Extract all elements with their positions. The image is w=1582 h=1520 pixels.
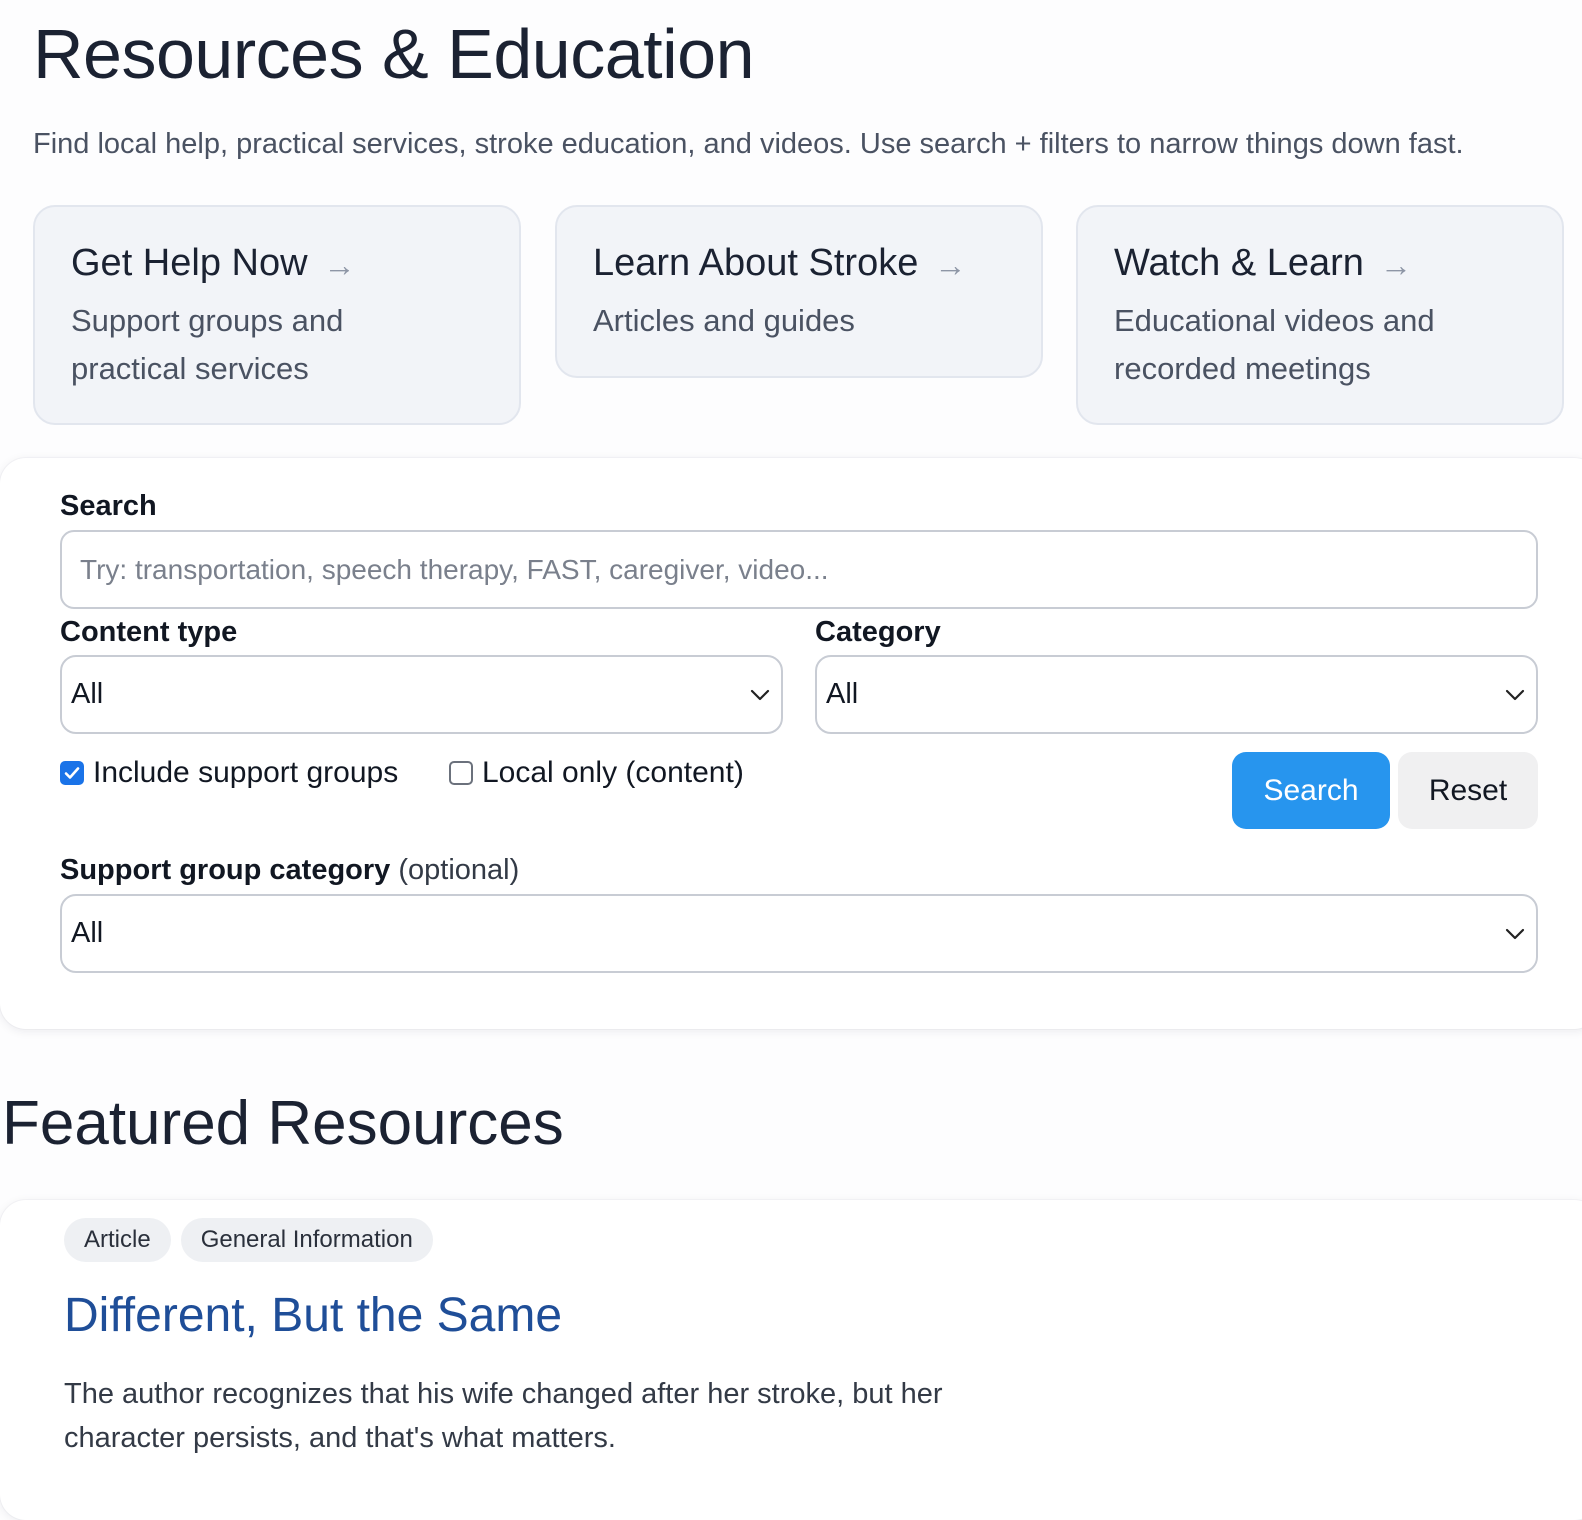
- featured-section-title: Featured Resources: [2, 1089, 564, 1158]
- search-button[interactable]: Search: [1232, 752, 1390, 829]
- reset-button[interactable]: Reset: [1398, 752, 1538, 829]
- quick-link-title: Watch & Learn: [1114, 241, 1364, 284]
- category-select[interactable]: All: [815, 655, 1538, 734]
- quick-link-watch-and-learn[interactable]: Watch & Learn → Educational videos and r…: [1076, 205, 1564, 425]
- arrow-right-icon: →: [934, 247, 967, 283]
- quick-link-get-help[interactable]: Get Help Now → Support groups and practi…: [33, 205, 521, 425]
- optional-hint: (optional): [398, 854, 520, 886]
- arrow-right-icon: →: [323, 247, 356, 283]
- quick-link-title-row: Get Help Now →: [71, 237, 483, 289]
- quick-link-title: Get Help Now: [71, 241, 308, 284]
- local-only-label: Local only (content): [482, 756, 744, 789]
- include-support-groups-checkbox[interactable]: [60, 761, 84, 785]
- tag-category: General Information: [180, 1218, 433, 1262]
- quick-link-title-row: Watch & Learn →: [1114, 237, 1526, 289]
- category-label: Category: [815, 616, 941, 648]
- quick-link-title-row: Learn About Stroke →: [593, 237, 1005, 289]
- content-type-value: All: [71, 678, 104, 710]
- resource-tags: Article General Information: [64, 1218, 433, 1262]
- quick-link-description: Support groups and practical services: [71, 303, 344, 386]
- search-input[interactable]: [60, 530, 1538, 609]
- chevron-down-icon: [1504, 684, 1526, 706]
- include-support-groups-label: Include support groups: [93, 756, 399, 789]
- include-support-groups-toggle[interactable]: Include support groups: [60, 756, 398, 790]
- page-title: Resources & Education: [33, 15, 755, 93]
- support-group-category-label-text: Support group category: [60, 854, 391, 886]
- search-label: Search: [60, 490, 157, 522]
- tag-content-type: Article: [64, 1218, 171, 1262]
- local-only-checkbox[interactable]: [449, 761, 473, 785]
- content-type-select[interactable]: All: [60, 655, 783, 734]
- local-only-toggle[interactable]: Local only (content): [449, 756, 744, 790]
- quick-link-learn-about-stroke[interactable]: Learn About Stroke → Articles and guides: [555, 205, 1043, 378]
- filter-panel: Search Content type All Category All Inc…: [0, 458, 1582, 1029]
- resource-card: Article General Information Different, B…: [0, 1200, 1582, 1520]
- page-intro: Find local help, practical services, str…: [33, 128, 1464, 160]
- arrow-right-icon: →: [1379, 247, 1412, 283]
- content-type-label: Content type: [60, 616, 238, 648]
- chevron-down-icon: [749, 684, 771, 706]
- quick-link-description: Articles and guides: [593, 303, 855, 338]
- checkmark-icon: [64, 767, 80, 779]
- quick-link-description: Educational videos and recorded meetings: [1114, 303, 1435, 386]
- support-group-category-select[interactable]: All: [60, 894, 1538, 973]
- support-group-category-value: All: [71, 917, 104, 949]
- chevron-down-icon: [1504, 923, 1526, 945]
- category-value: All: [826, 678, 859, 710]
- quick-link-title: Learn About Stroke: [593, 241, 919, 284]
- resource-description: The author recognizes that his wife chan…: [64, 1378, 943, 1454]
- support-group-category-label: Support group category (optional): [60, 854, 519, 887]
- resource-title-link[interactable]: Different, But the Same: [64, 1288, 562, 1343]
